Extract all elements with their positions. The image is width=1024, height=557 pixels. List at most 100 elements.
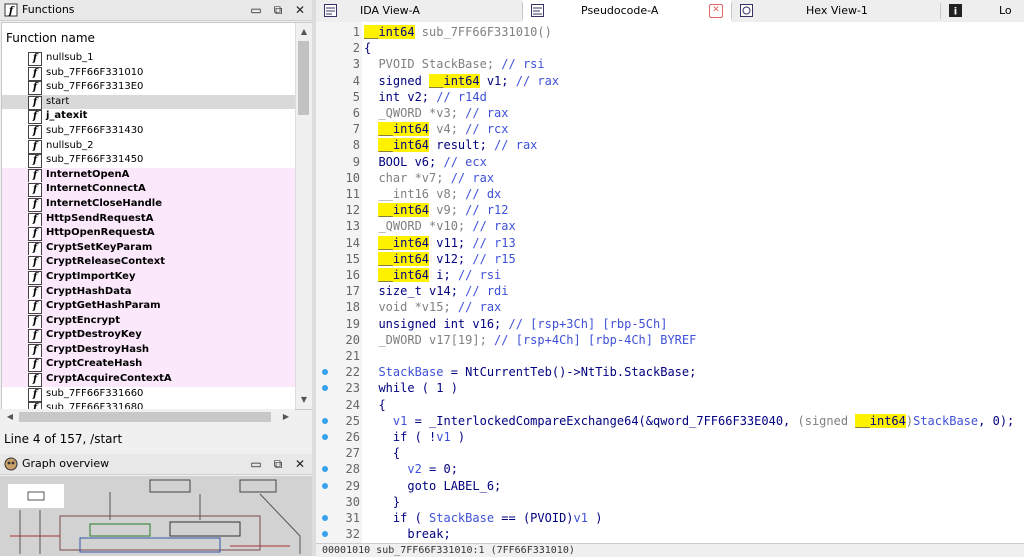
code-line[interactable]: 19 unsigned int v16; // [rsp+3Ch] [rbp-5… [316,316,1024,332]
code-line[interactable]: 28 v2 = 0; [316,461,1024,477]
line-number: 14 [345,235,360,250]
code-line[interactable]: 9 BOOL v6; // ecx [316,154,1024,170]
horizontal-scrollbar[interactable]: ◀ ▶ [1,409,295,425]
scroll-up-icon[interactable]: ▲ [296,25,312,39]
code-line[interactable]: 32 break; [316,526,1024,542]
vertical-scrollbar[interactable]: ▲ ▼ [295,23,312,409]
tab-ida-view-a[interactable]: IDA View-A [316,0,522,22]
scroll-left-icon[interactable]: ◀ [3,409,17,425]
pseudocode-view[interactable]: 1 __int64 sub_7FF66F331010() 2{3 PVOID Sta… [316,22,1024,556]
line-number: 4 [352,73,360,88]
function-name: CryptCreateHash [46,358,143,370]
function-row[interactable]: f HttpSendRequestA [2,211,296,227]
code-token: // rdi [465,284,509,299]
function-name: start [46,95,70,107]
functions-title-bar: f Functions ▭ ⧉ ✕ [0,0,312,21]
function-row[interactable]: f nullsub_1 [2,51,296,66]
code-line[interactable]: 10 char *v7; // rax [316,170,1024,186]
tab-log[interactable]: i Lo [941,0,1024,22]
float-icon[interactable]: ⧉ [270,2,286,18]
code-line[interactable]: 30 } [316,494,1024,510]
code-line[interactable]: 2{ [316,40,1024,56]
function-row[interactable]: f InternetOpenA [2,167,296,183]
code-line[interactable]: 14 __int64 v11; // r13 [316,235,1024,251]
code-line[interactable]: 17 size_t v14; // rdi [316,283,1024,299]
function-name-column-header[interactable]: Function name [2,27,298,49]
tab-hex-view-1[interactable]: Hex View-1 [732,0,940,22]
close-icon[interactable]: ✕ [292,456,308,472]
function-row[interactable]: f CryptSetKeyParam [2,240,296,256]
function-row[interactable]: f HttpOpenRequestA [2,226,296,242]
float-icon[interactable]: ⧉ [270,456,286,472]
function-row[interactable]: f CryptHashData [2,284,296,300]
code-line[interactable]: 31 if ( StackBase == (PVOID)v1 ) [316,510,1024,526]
function-row[interactable]: f CryptCreateHash [2,357,296,373]
function-row[interactable]: f CryptReleaseContext [2,255,296,271]
tab-label: Pseudocode-A [581,4,659,17]
code-line[interactable]: 5 int v2; // r14d [316,89,1024,105]
function-row[interactable]: f sub_7FF66F331660 [2,387,296,402]
scroll-down-icon[interactable]: ▼ [296,393,312,407]
function-row[interactable]: f nullsub_2 [2,139,296,154]
function-list[interactable]: Function name f nullsub_1 f sub_7FF66F33101… [1,22,313,410]
function-row[interactable]: f CryptDestroyKey [2,328,296,344]
function-row[interactable]: f CryptImportKey [2,269,296,285]
code-line[interactable]: 24 { [316,397,1024,413]
function-row[interactable]: f CryptEncrypt [2,313,296,329]
code-line[interactable]: 18 void *v15; // rax [316,299,1024,315]
code-line[interactable]: 21 [316,348,1024,364]
code-line[interactable]: 25 v1 = _InterlockedCompareExchange64(&q… [316,413,1024,429]
function-name: CryptReleaseContext [46,256,166,268]
function-row[interactable]: f sub_7FF66F331450 [2,153,296,169]
code-token: StackBase [913,413,979,428]
pseudocode-icon [531,4,544,17]
function-row[interactable]: f InternetConnectA [2,182,296,198]
code-text: PVOID StackBase; // rsi [364,56,544,72]
function-row[interactable]: f start [2,94,296,110]
function-row[interactable]: f CryptGetHashParam [2,299,296,315]
function-icon: f [28,300,42,315]
code-line[interactable]: 1 __int64 sub_7FF66F331010() [316,24,1024,40]
minimize-icon[interactable]: ▭ [248,2,264,18]
code-token: result; [429,138,495,153]
code-line[interactable]: 23 while ( 1 ) [316,380,1024,396]
code-line[interactable]: 12 __int64 v9; // r12 [316,202,1024,218]
code-line[interactable]: 29 goto LABEL_6; [316,478,1024,494]
close-icon[interactable]: ✕ [292,2,308,18]
function-row[interactable]: f InternetCloseHandle [2,196,296,212]
line-number: 7 [352,122,360,137]
code-line[interactable]: 11 __int16 v8; // dx [316,186,1024,202]
code-line[interactable]: 20 _DWORD v17[19]; // [rsp+4Ch] [rbp-4Ch… [316,332,1024,348]
function-icon: f [28,329,42,344]
hscroll-thumb[interactable] [19,412,271,422]
code-line[interactable]: 15 __int64 v12; // r15 [316,251,1024,267]
code-line[interactable]: 7 __int64 v4; // rcx [316,121,1024,137]
function-row[interactable]: f CryptAcquireContextA [2,372,296,388]
function-row[interactable]: f sub_7FF66F331010 [2,66,296,81]
graph-overview-canvas[interactable] [0,476,312,556]
code-line[interactable]: 27 { [316,445,1024,461]
function-row[interactable]: f sub_7FF66F331430 [2,124,296,139]
code-line[interactable]: 8 __int64 result; // rax [316,137,1024,153]
code-line[interactable]: 16 __int64 i; // rsi [316,267,1024,283]
code-token: // [rsp+3Ch] [rbp-5Ch] [508,316,668,331]
minimize-icon[interactable]: ▭ [248,456,264,472]
code-line[interactable]: 3 PVOID StackBase; // rsi [316,56,1024,72]
code-line[interactable]: 22 StackBase = NtCurrentTeb()->NtTib.Sta… [316,364,1024,380]
scroll-right-icon[interactable]: ▶ [279,409,293,425]
code-text: size_t v14; // rdi [364,283,509,299]
code-line[interactable]: 26 if ( !v1 ) [316,429,1024,445]
line-number: 20 [345,332,360,347]
function-row[interactable]: f CryptDestroyHash [2,342,296,358]
function-row[interactable]: f j_atexit [2,109,296,125]
tab-pseudocode-a[interactable]: Pseudocode-A ✕ [523,0,731,22]
code-line[interactable]: 4 signed __int64 v1; // rax [316,73,1024,89]
tab-close-icon[interactable]: ✕ [709,4,723,18]
code-text: __int64 v12; // r15 [364,251,516,267]
function-icon: f [28,241,42,256]
code-line[interactable]: 13 _QWORD *v10; // rax [316,218,1024,234]
function-row[interactable]: f sub_7FF66F3313E0 [2,80,296,96]
scrollbar-thumb[interactable] [298,41,309,115]
code-line[interactable]: 6 _QWORD *v3; // rax [316,105,1024,121]
